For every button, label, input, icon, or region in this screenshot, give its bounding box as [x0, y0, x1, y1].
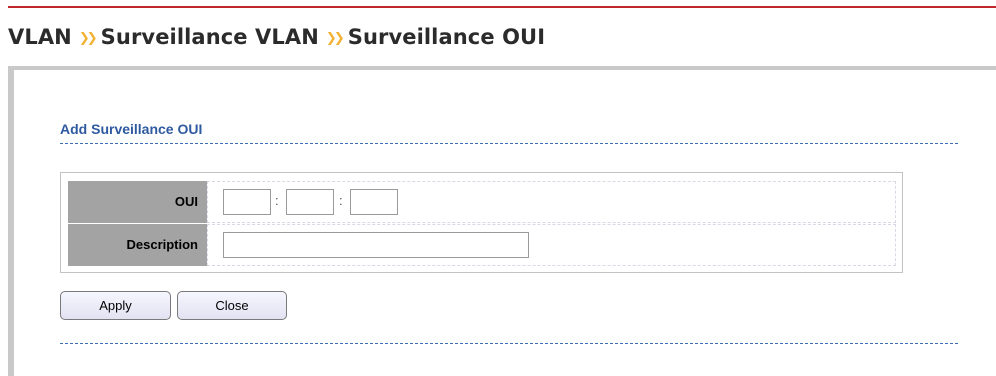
oui-colon-separator: :	[339, 193, 343, 208]
form-row-oui: OUI : :	[68, 181, 896, 223]
description-input[interactable]	[223, 232, 529, 258]
breadcrumb-item-vlan[interactable]: VLAN	[8, 25, 72, 49]
form-row-description: Description	[68, 224, 896, 266]
oui-part-1-input[interactable]	[223, 189, 271, 215]
breadcrumb-item-surveillance-vlan[interactable]: Surveillance VLAN	[101, 25, 319, 49]
apply-button[interactable]: Apply	[60, 291, 171, 320]
oui-value-cell: : :	[207, 181, 896, 223]
page: VLAN ❯❯ Surveillance VLAN ❯❯ Surveillance OU…	[0, 0, 996, 376]
content-left-border	[8, 66, 14, 376]
description-label: Description	[68, 224, 207, 266]
oui-colon-separator: :	[275, 193, 279, 208]
page-header: VLAN ❯❯ Surveillance VLAN ❯❯ Surveillance OU…	[0, 8, 996, 66]
breadcrumb: VLAN ❯❯ Surveillance VLAN ❯❯ Surveillance OU…	[8, 25, 545, 49]
oui-part-3-input[interactable]	[350, 189, 398, 215]
breadcrumb-item-surveillance-oui: Surveillance OUI	[347, 25, 546, 49]
section-divider-top	[60, 143, 958, 144]
oui-form: OUI : : Description	[60, 172, 903, 273]
description-value-cell	[207, 224, 896, 266]
section-title: Add Surveillance OUI	[60, 121, 203, 137]
oui-label: OUI	[68, 181, 207, 223]
oui-part-2-input[interactable]	[286, 189, 334, 215]
header-divider	[8, 66, 996, 70]
breadcrumb-separator-icon: ❯❯	[78, 31, 98, 46]
close-button[interactable]: Close	[177, 291, 287, 320]
breadcrumb-separator-icon: ❯❯	[325, 31, 345, 46]
section-divider-bottom	[60, 343, 958, 344]
